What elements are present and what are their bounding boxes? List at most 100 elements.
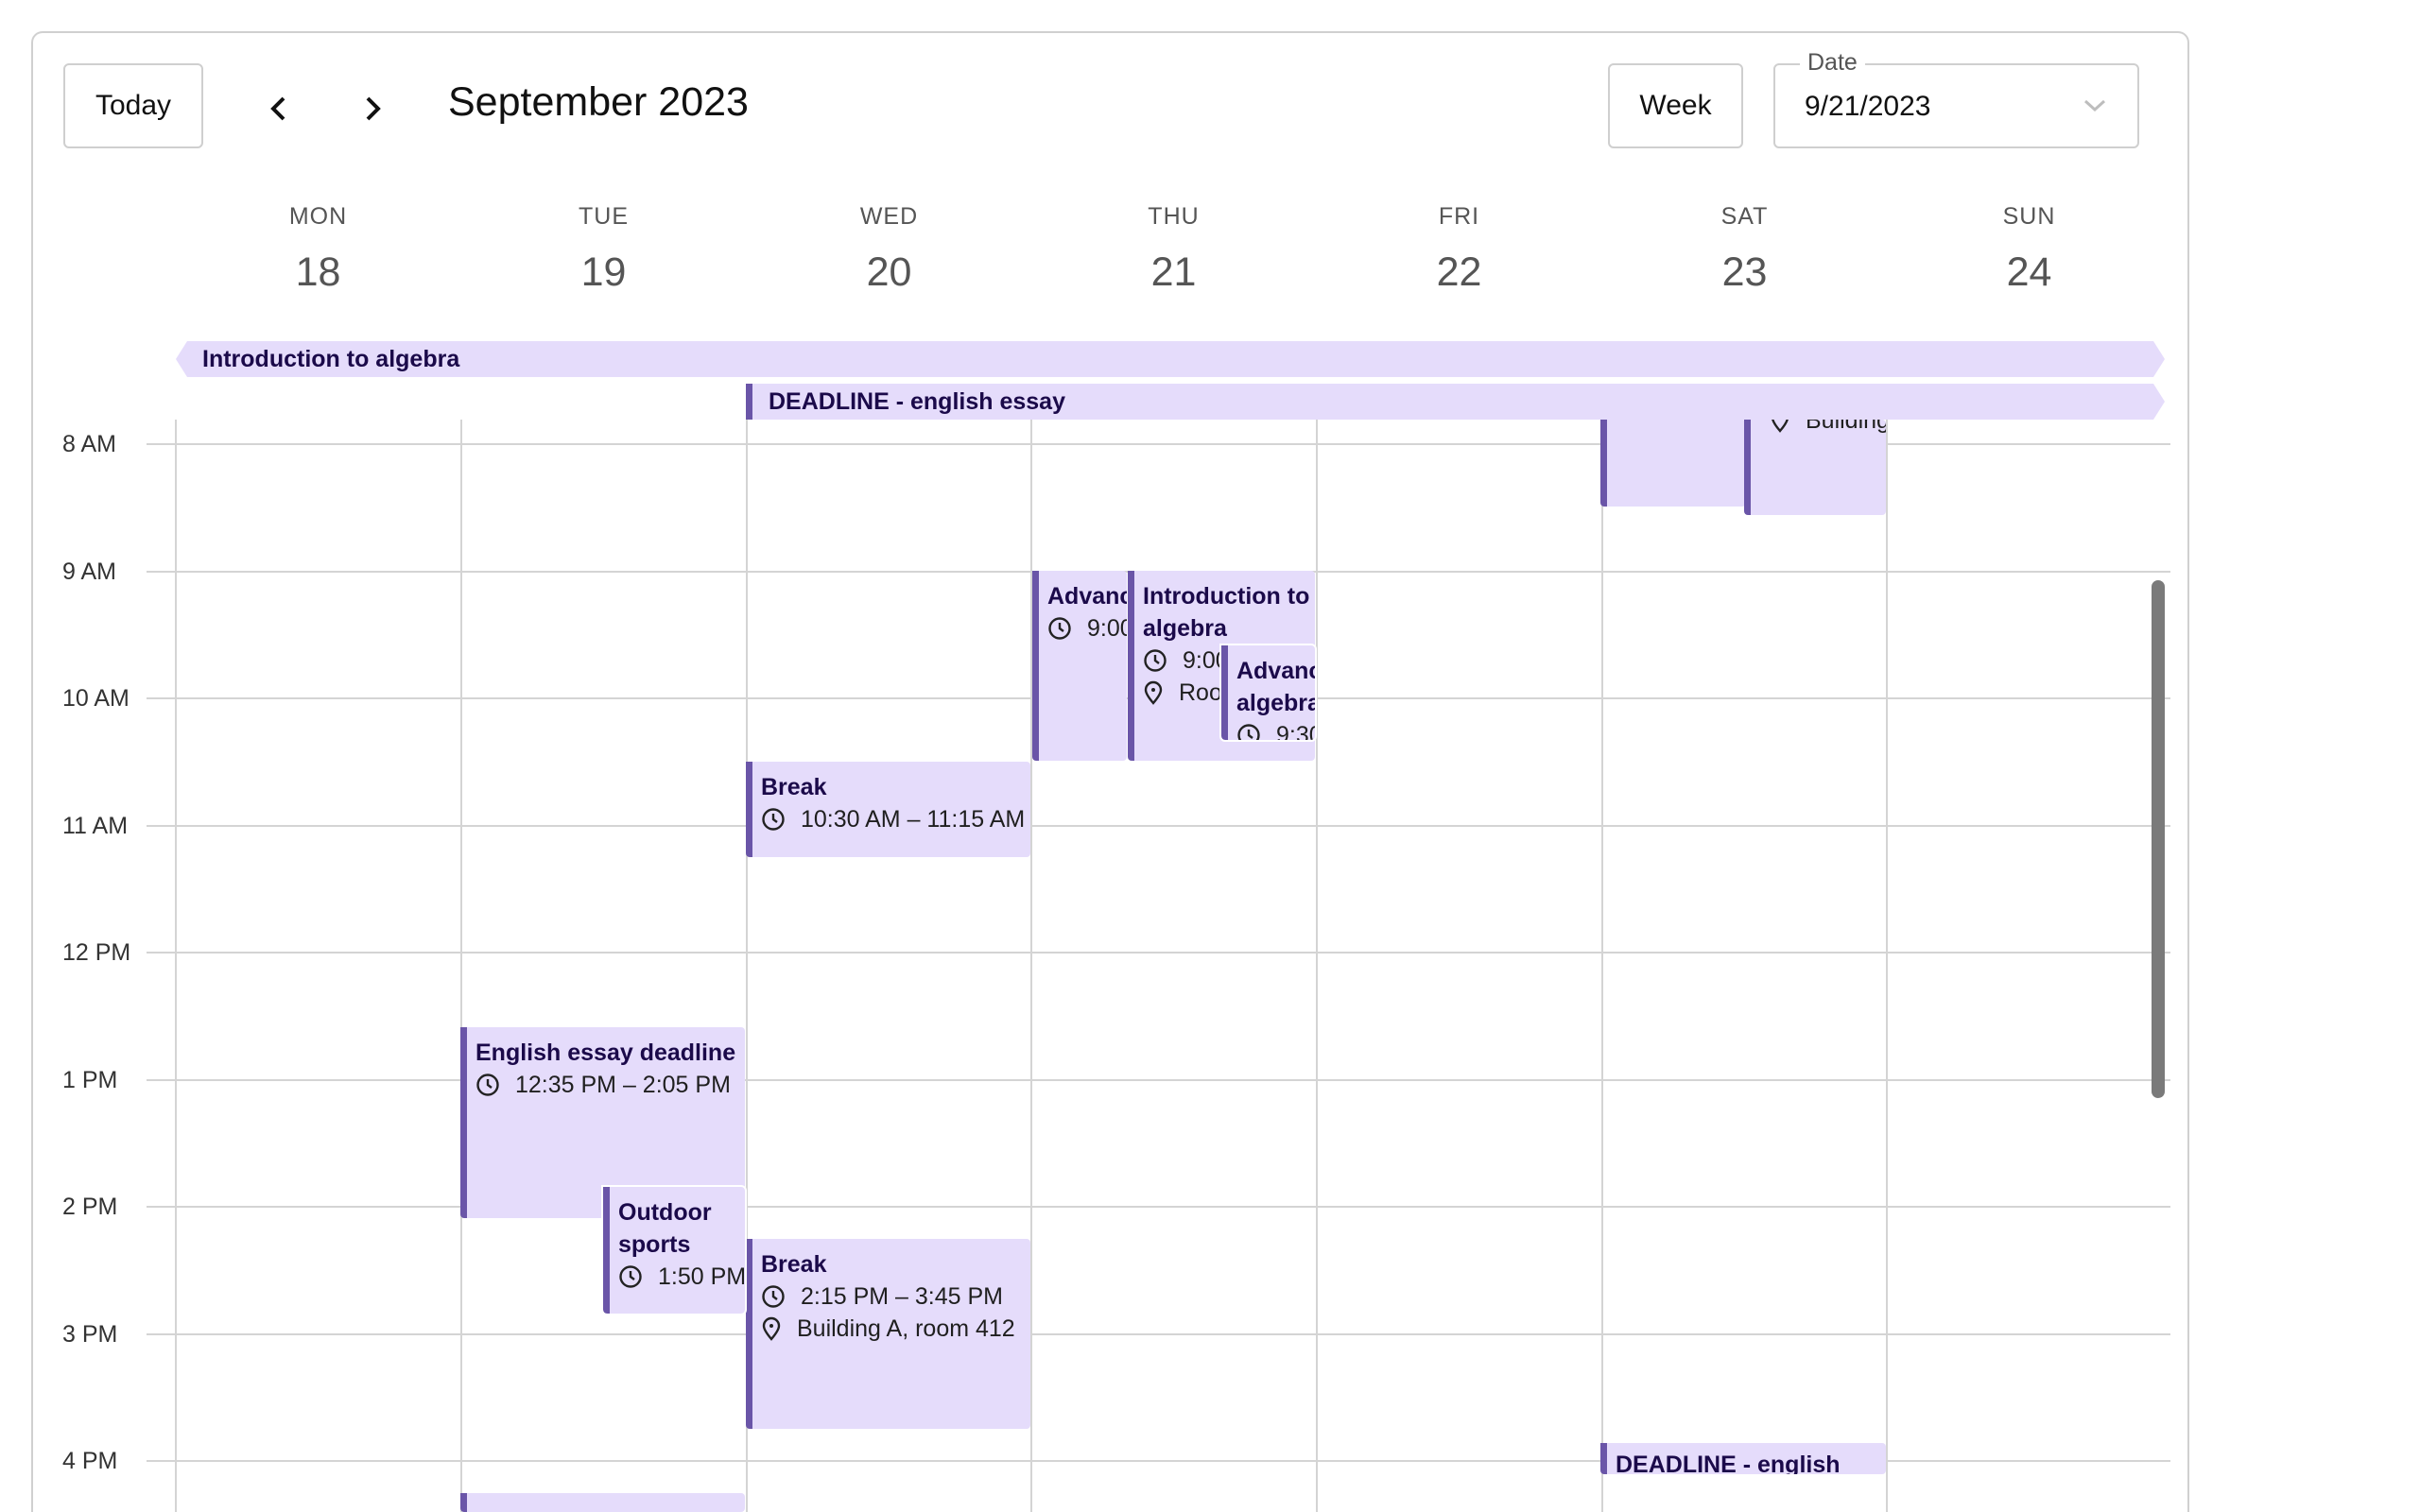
hour-label: 4 PM bbox=[62, 1448, 118, 1474]
day-number: 24 bbox=[2006, 249, 2052, 295]
day-name: SAT bbox=[1720, 203, 1769, 230]
clock-icon bbox=[1144, 649, 1167, 672]
next-week-button[interactable] bbox=[343, 80, 400, 137]
day-name: SUN bbox=[2002, 203, 2056, 230]
day-number: 23 bbox=[1721, 249, 1768, 295]
event-card[interactable]: Building bbox=[1744, 420, 1886, 515]
event-time: 9:00 bbox=[1087, 615, 1127, 642]
event-title: DEADLINE - english bbox=[1616, 1452, 1841, 1474]
clock-icon bbox=[619, 1265, 642, 1288]
event-time-row: 9:00 bbox=[1047, 612, 1127, 644]
hour-label: 3 PM bbox=[62, 1321, 118, 1348]
event-location: Building A, room 412 bbox=[797, 1315, 1015, 1342]
today-button[interactable]: Today bbox=[63, 63, 203, 148]
hour-label: 11 AM bbox=[62, 813, 129, 839]
day-column-line bbox=[1886, 420, 1888, 1512]
hour-label: 10 AM bbox=[62, 685, 130, 712]
clock-icon bbox=[1048, 617, 1071, 640]
location-pin-icon bbox=[1772, 420, 1789, 433]
day-number: 19 bbox=[580, 249, 627, 295]
allday-event-title: Introduction to algebra bbox=[202, 345, 460, 372]
day-name: MON bbox=[288, 203, 348, 230]
allday-event[interactable]: DEADLINE - english essay bbox=[746, 384, 2165, 420]
event-time: 1:50 PM bbox=[658, 1263, 745, 1290]
day-name: FRI bbox=[1438, 203, 1480, 230]
event-card[interactable]: Advanced algebra 9:30 bbox=[1219, 644, 1317, 742]
event-location-row: Building A, room 412 bbox=[761, 1313, 1030, 1345]
location-pin-icon bbox=[762, 1316, 781, 1341]
view-selector-button[interactable]: Week bbox=[1608, 63, 1743, 148]
clock-icon bbox=[476, 1074, 499, 1096]
clock-icon bbox=[1237, 724, 1260, 740]
day-header-sat[interactable]: SAT 23 bbox=[1602, 203, 1887, 296]
event-card[interactable]: Outdoor sports 1:50 PM bbox=[601, 1185, 747, 1315]
day-header-wed[interactable]: WED 20 bbox=[747, 203, 1031, 296]
event-title: Introduction to algebra bbox=[1143, 583, 1310, 642]
day-header-thu[interactable]: THU 21 bbox=[1031, 203, 1316, 296]
chevron-left-icon bbox=[270, 96, 285, 121]
day-column-line bbox=[460, 420, 462, 1512]
event-time-row: 9:30 bbox=[1236, 719, 1315, 740]
day-header-sun[interactable]: SUN 24 bbox=[1887, 203, 2171, 296]
hour-label: 12 PM bbox=[62, 939, 131, 966]
day-number: 18 bbox=[295, 249, 341, 295]
day-name: WED bbox=[859, 203, 919, 230]
day-column-line bbox=[1601, 420, 1603, 1512]
hour-line bbox=[147, 1206, 2170, 1208]
day-header-mon[interactable]: MON 18 bbox=[176, 203, 460, 296]
event-time: 12:35 PM – 2:05 PM bbox=[515, 1072, 731, 1098]
prev-week-button[interactable] bbox=[251, 80, 308, 137]
allday-event-title: DEADLINE - english essay bbox=[769, 387, 1065, 415]
hour-label: 1 PM bbox=[62, 1067, 118, 1093]
day-column-line bbox=[175, 420, 177, 1512]
day-number: 21 bbox=[1150, 249, 1197, 295]
hour-label: 9 AM bbox=[62, 558, 116, 585]
event-title: Break bbox=[761, 774, 827, 800]
event-title: Break bbox=[761, 1251, 827, 1278]
hour-line bbox=[147, 952, 2170, 954]
vertical-scrollbar[interactable] bbox=[2152, 580, 2165, 1098]
event-card[interactable]: Break 10:30 AM – 11:15 AM bbox=[746, 762, 1030, 857]
chevron-right-icon bbox=[366, 96, 381, 121]
event-title: English essay deadline bbox=[475, 1040, 736, 1066]
hour-line bbox=[147, 825, 2170, 827]
allday-event[interactable]: Introduction to algebra bbox=[176, 341, 2165, 377]
hour-line bbox=[147, 1079, 2170, 1081]
event-title: Advanced algebra bbox=[1047, 583, 1127, 610]
clock-icon bbox=[762, 1285, 785, 1308]
event-card[interactable] bbox=[460, 1493, 745, 1512]
day-name: TUE bbox=[579, 203, 629, 230]
event-card[interactable]: Break 2:15 PM – 3:45 PM Building A, room… bbox=[746, 1239, 1030, 1429]
chevron-down-icon[interactable] bbox=[2083, 97, 2107, 114]
event-location: Building bbox=[1806, 420, 1886, 434]
event-time: 2:15 PM – 3:45 PM bbox=[801, 1283, 1004, 1310]
day-column-line bbox=[1316, 420, 1318, 1512]
event-time-row: 12:35 PM – 2:05 PM bbox=[475, 1069, 745, 1101]
location-pin-icon bbox=[1144, 680, 1163, 705]
event-time: 10:30 AM – 11:15 AM bbox=[801, 806, 1026, 833]
clock-icon bbox=[762, 808, 785, 831]
event-title: Outdoor sports bbox=[618, 1199, 712, 1258]
event-title: Advanced algebra bbox=[1236, 658, 1315, 716]
hour-label: 8 AM bbox=[62, 431, 116, 457]
month-title: September 2023 bbox=[448, 79, 749, 125]
day-number: 22 bbox=[1436, 249, 1482, 295]
date-field-label: Date bbox=[1800, 49, 1865, 77]
day-name: THU bbox=[1148, 203, 1200, 230]
event-time-row: 1:50 PM bbox=[618, 1261, 745, 1293]
date-field-value: 9/21/2023 bbox=[1805, 91, 1931, 122]
view-selector-label: Week bbox=[1639, 90, 1712, 121]
event-time: 9:30 bbox=[1276, 722, 1315, 740]
event-time-row: 10:30 AM – 11:15 AM bbox=[761, 803, 1030, 835]
event-time-row: 2:15 PM – 3:45 PM bbox=[761, 1280, 1030, 1313]
today-button-label: Today bbox=[95, 90, 172, 121]
hour-line bbox=[147, 1333, 2170, 1335]
day-header-fri[interactable]: FRI 22 bbox=[1317, 203, 1601, 296]
event-card[interactable]: DEADLINE - english bbox=[1600, 1443, 1886, 1474]
event-card[interactable]: Advanced algebra 9:00 bbox=[1032, 571, 1127, 761]
event-location-row: Building bbox=[1770, 420, 1886, 437]
day-number: 20 bbox=[866, 249, 912, 295]
event-card[interactable] bbox=[1600, 420, 1746, 507]
day-header-tue[interactable]: TUE 19 bbox=[461, 203, 746, 296]
hour-label: 2 PM bbox=[62, 1194, 118, 1220]
